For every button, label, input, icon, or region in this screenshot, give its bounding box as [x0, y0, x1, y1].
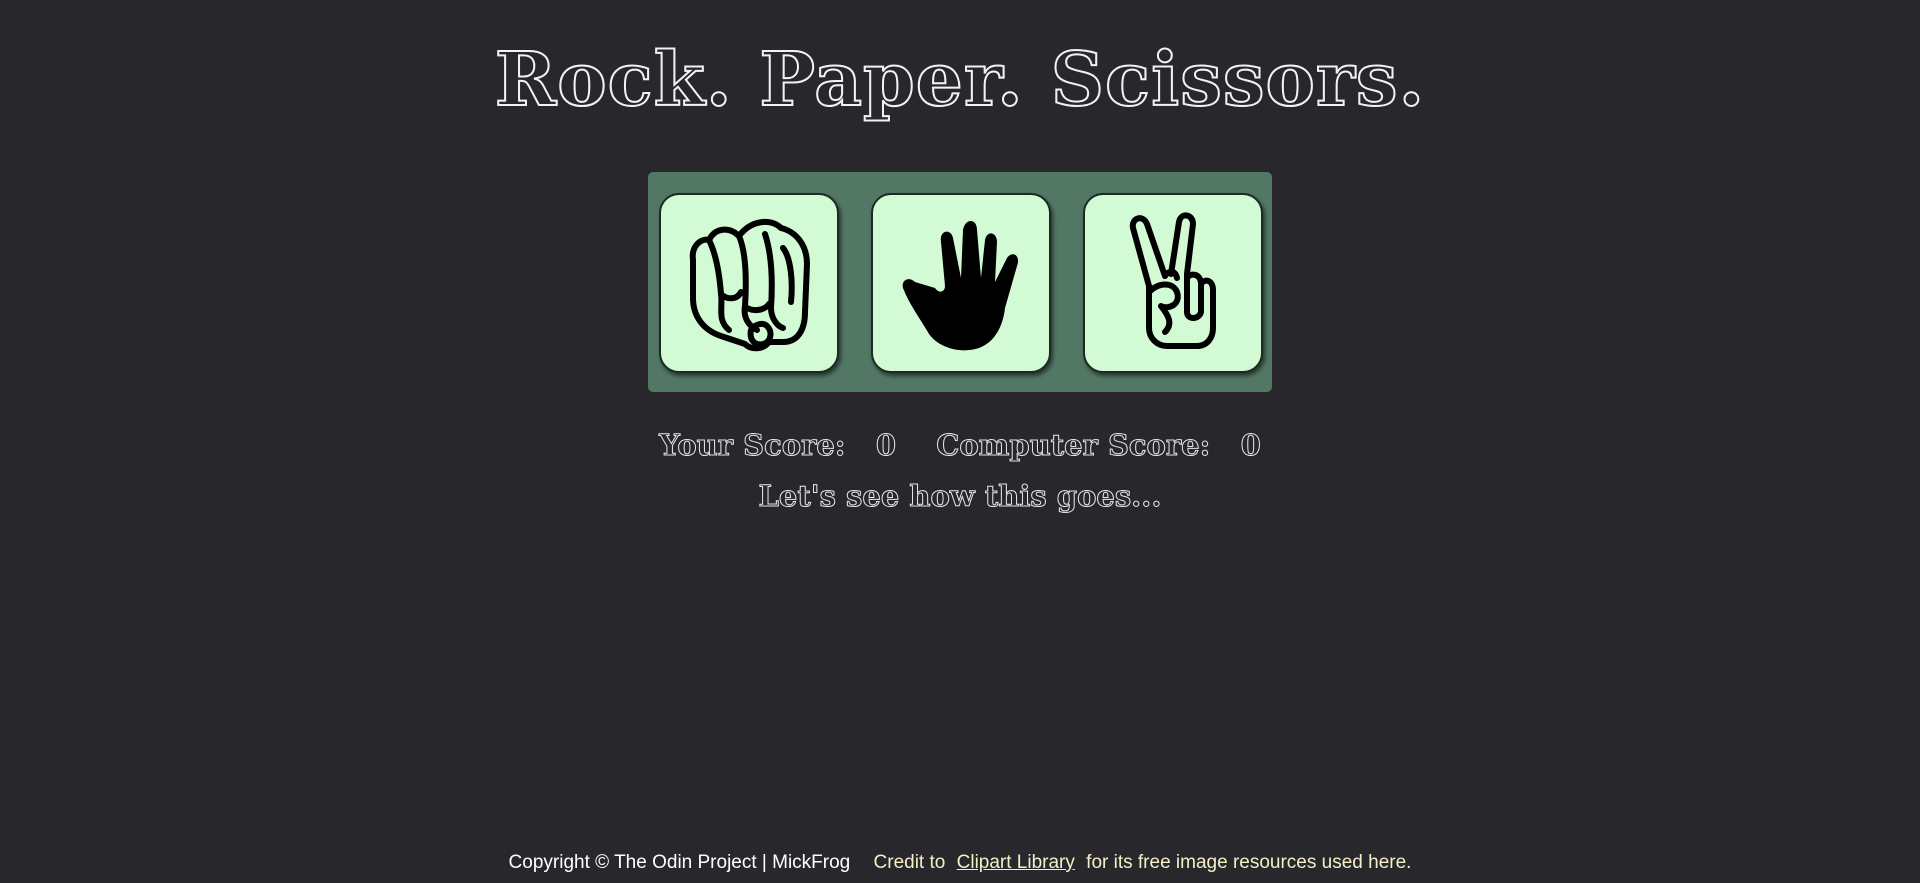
- computer-score-label: Computer Score:: [936, 428, 1211, 463]
- footer-credit-suffix: for its free image resources used here.: [1086, 852, 1412, 873]
- paper-hand-icon: [902, 221, 1019, 351]
- footer: Copyright © The Odin Project | MickFrog …: [0, 850, 1920, 876]
- scissors-button[interactable]: [1083, 193, 1263, 373]
- footer-credit-prefix: Credit to: [873, 852, 946, 873]
- footer-copyright: Copyright © The Odin Project | MickFrog: [508, 852, 851, 873]
- clipart-library-link[interactable]: Clipart Library: [957, 852, 1075, 873]
- page-title: Rock. Paper. Scissors.: [494, 36, 1426, 124]
- computer-score-value: 0: [1240, 428, 1261, 463]
- scissors-peace-icon: [1129, 212, 1216, 349]
- choices-board: [648, 172, 1272, 392]
- rock-fist-icon: [689, 218, 810, 352]
- paper-button[interactable]: [871, 193, 1051, 373]
- rock-button[interactable]: [659, 193, 839, 373]
- player-score-label: Your Score:: [659, 428, 846, 463]
- page: Rock. Paper. Scissors. Your Score: 0 Com…: [0, 0, 1920, 883]
- scoreboard: Your Score: 0 Computer Score: 0: [0, 420, 1920, 470]
- player-score-value: 0: [875, 428, 897, 463]
- round-message: Let's see how this goes...: [758, 479, 1162, 514]
